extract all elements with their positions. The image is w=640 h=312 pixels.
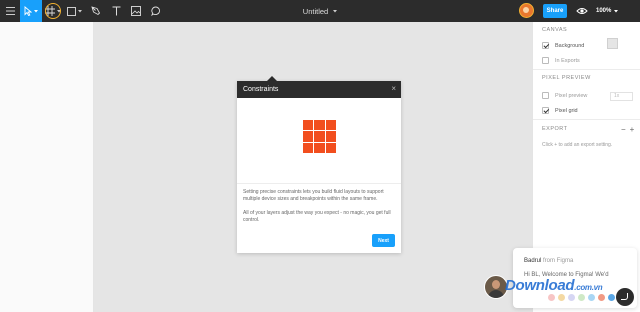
text-tool-button[interactable] [106, 0, 126, 22]
user-avatar[interactable] [519, 3, 534, 18]
pen-tool-button[interactable] [86, 0, 106, 22]
chevron-down-icon [614, 9, 619, 12]
move-tool-button[interactable] [20, 0, 42, 22]
minus-icon[interactable]: − [621, 125, 630, 134]
text-tool-icon [112, 6, 120, 16]
image-tool-button[interactable] [126, 0, 146, 22]
background-checkbox[interactable] [542, 42, 549, 49]
background-color-swatch[interactable] [607, 38, 618, 49]
export-hint: Click + to add an export setting. [542, 142, 613, 148]
close-icon[interactable]: × [391, 84, 396, 93]
frame-tool-button[interactable] [42, 0, 64, 22]
chevron-down-icon [34, 9, 38, 12]
pen-tool-icon [91, 6, 101, 16]
menu-icon[interactable] [0, 0, 20, 22]
plus-icon[interactable]: + [630, 125, 639, 134]
emoji-reactions [548, 294, 615, 301]
chat-sender-suffix: from Figma [543, 258, 574, 264]
toolbar: Untitled Share 100% [0, 0, 640, 22]
document-title[interactable]: Untitled [303, 7, 328, 16]
pixel-grid-label: Pixel grid [555, 107, 578, 114]
chat-sender-name: Badrul [524, 258, 542, 264]
share-button[interactable]: Share [543, 4, 567, 18]
dialog-illustration [237, 98, 401, 184]
export-section-title: EXPORT [542, 126, 568, 132]
emoji-reaction-dot[interactable] [568, 294, 575, 301]
comment-tool-icon [151, 6, 160, 16]
emoji-reaction-dot[interactable] [608, 294, 615, 301]
background-label: Background [555, 42, 585, 49]
dialog-paragraph: Setting precise constraints lets you bui… [243, 189, 384, 202]
canvas-section-title: CANVAS [542, 27, 568, 33]
emoji-reaction-dot[interactable] [578, 294, 585, 301]
constraints-dialog: Constraints × Setting precise constraint… [237, 81, 401, 253]
divider [533, 119, 640, 120]
in-exports-checkbox[interactable] [542, 57, 549, 64]
pixel-grid-checkbox[interactable] [542, 107, 549, 114]
eye-icon[interactable] [576, 5, 588, 17]
layers-panel [0, 22, 94, 312]
watermark-text: Download [505, 277, 575, 294]
export-controls: −+ [621, 125, 638, 134]
dialog-title: Constraints [243, 86, 279, 93]
watermark-domain: .com.vn [574, 283, 603, 292]
dialog-paragraph: All of your layers adjust the way you ex… [243, 210, 391, 223]
next-button[interactable]: Next [372, 234, 395, 247]
emoji-reaction-dot[interactable] [598, 294, 605, 301]
divider [533, 69, 640, 70]
pixel-preview-select[interactable]: 1x [610, 92, 633, 101]
pixel-preview-checkbox[interactable] [542, 92, 549, 99]
emoji-reaction-dot[interactable] [548, 294, 555, 301]
rectangle-tool-button[interactable] [64, 0, 84, 22]
emoji-reaction-dot[interactable] [558, 294, 565, 301]
watermark: Download.com.vn [505, 277, 603, 294]
highlight-ring [45, 3, 61, 19]
chat-sender: Badrul from Figma [524, 258, 573, 264]
image-tool-icon [131, 6, 141, 16]
pixel-preview-section-title: PIXEL PREVIEW [542, 75, 591, 81]
zoom-control[interactable]: 100% [596, 0, 619, 22]
emoji-reaction-dot[interactable] [588, 294, 595, 301]
comment-tool-button[interactable] [146, 0, 166, 22]
in-exports-label: In Exports [555, 57, 580, 64]
rectangle-tool-icon [66, 6, 76, 16]
chevron-down-icon[interactable] [333, 9, 338, 13]
zoom-value: 100% [596, 8, 612, 14]
dialog-header: Constraints × [237, 81, 401, 98]
constraints-grid-icon [303, 120, 336, 153]
chevron-down-icon [77, 9, 82, 12]
chat-launcher-button[interactable] [616, 288, 634, 306]
pixel-preview-label: Pixel preview [555, 92, 588, 99]
move-tool-icon [24, 6, 32, 16]
